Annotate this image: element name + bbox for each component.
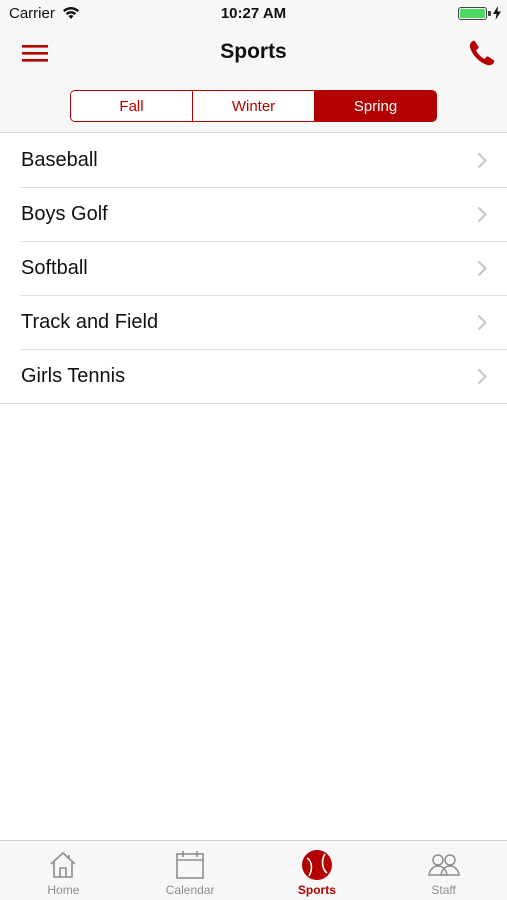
tab-bar: Home Calendar Sports Staff: [0, 840, 507, 900]
segment-fall[interactable]: Fall: [71, 91, 193, 121]
battery-icon: [458, 7, 487, 20]
sports-list: Baseball Boys Golf Softball Track and Fi…: [0, 134, 507, 404]
tab-label: Home: [47, 883, 80, 897]
list-item-girls-tennis[interactable]: Girls Tennis: [0, 350, 507, 404]
list-item-label: Softball: [21, 257, 88, 279]
list-item-baseball[interactable]: Baseball: [0, 134, 507, 188]
list-item-track-and-field[interactable]: Track and Field: [0, 296, 507, 350]
hamburger-menu-icon[interactable]: [20, 41, 50, 65]
charging-icon: [493, 6, 501, 25]
list-item-label: Track and Field: [21, 311, 159, 333]
chevron-right-icon: [477, 206, 487, 228]
list-item-label: Baseball: [21, 149, 98, 171]
season-segmented-control: Fall Winter Spring: [70, 90, 437, 122]
battery-cap: [488, 11, 491, 16]
nav-bar: Sports: [0, 28, 507, 80]
chevron-right-icon: [477, 368, 487, 390]
page-title: Sports: [220, 40, 287, 63]
phone-icon[interactable]: [467, 38, 497, 68]
tab-staff[interactable]: Staff: [380, 841, 507, 900]
battery-level: [460, 9, 485, 18]
segment-spring[interactable]: Spring: [315, 91, 436, 121]
tab-label: Calendar: [165, 883, 215, 897]
list-item-label: Girls Tennis: [21, 365, 126, 387]
tab-sports[interactable]: Sports: [254, 841, 381, 900]
segment-winter[interactable]: Winter: [193, 91, 315, 121]
chevron-right-icon: [477, 260, 487, 282]
tab-home[interactable]: Home: [0, 841, 127, 900]
chevron-right-icon: [477, 314, 487, 336]
status-bar: Carrier 10:27 AM: [0, 0, 507, 28]
chevron-right-icon: [477, 152, 487, 174]
tab-calendar[interactable]: Calendar: [127, 841, 254, 900]
ball-icon: [301, 849, 333, 881]
status-time: 10:27 AM: [220, 5, 287, 22]
list-item-softball[interactable]: Softball: [0, 242, 507, 296]
staff-icon: [427, 849, 461, 881]
list-item-label: Boys Golf: [21, 203, 108, 225]
season-segment-bar: Fall Winter Spring: [0, 80, 507, 133]
list-item-boys-golf[interactable]: Boys Golf: [0, 188, 507, 242]
tab-label: Staff: [431, 883, 456, 897]
calendar-icon: [175, 849, 205, 881]
tab-label: Sports: [297, 883, 336, 897]
row-divider: [0, 403, 507, 404]
home-icon: [48, 849, 78, 881]
